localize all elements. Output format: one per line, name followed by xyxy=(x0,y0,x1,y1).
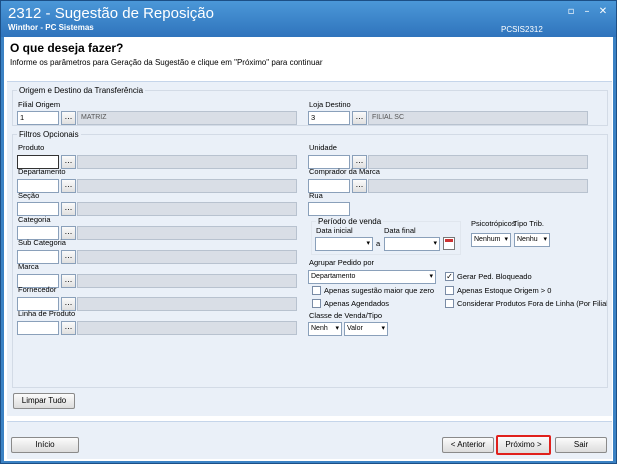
marca-lookup-button[interactable]: ... xyxy=(61,274,76,288)
tipo-venda-select[interactable]: Valor xyxy=(344,322,388,336)
origin-destination-group: Origem e Destino da Transferência Filial… xyxy=(12,86,608,126)
program-code: PCSIS2312 xyxy=(501,25,543,34)
data-final-label: Data final xyxy=(384,226,416,235)
minimize-button[interactable]: – xyxy=(579,5,595,19)
optional-filters-group: Filtros Opcionais Produto ... Departamen… xyxy=(12,130,608,388)
fornecedor-label: Fornecedor xyxy=(18,285,57,294)
date-range-separator: a xyxy=(376,239,381,248)
data-final-picker[interactable] xyxy=(384,237,440,251)
secao-label: Seção xyxy=(18,191,40,200)
tipo-trib-select[interactable]: Nenhu xyxy=(514,233,550,247)
periodo-venda-group: Período de venda Data inicial a Data fin… xyxy=(311,217,461,255)
comprador-marca-lookup-button[interactable]: ... xyxy=(352,179,367,193)
filial-origem-input[interactable]: 1 xyxy=(17,111,59,125)
window-title: 2312 - Sugestão de Reposição xyxy=(8,5,214,22)
classe-venda-label: Classe de Venda/Tipo xyxy=(309,311,383,320)
tipo-trib-label: Tipo Trib. xyxy=(513,219,544,228)
agendados-checkbox[interactable] xyxy=(312,299,321,308)
filial-origem-name: MATRIZ xyxy=(77,111,297,125)
categoria-label: Categoria xyxy=(18,215,51,224)
linha-produto-input[interactable] xyxy=(17,321,59,335)
close-button[interactable]: ✕ xyxy=(595,5,611,19)
linha-produto-name xyxy=(77,321,297,335)
inicio-button[interactable]: Início xyxy=(11,437,79,453)
departamento-label: Departamento xyxy=(18,167,66,176)
wizard-footer: Início < Anterior Próximo > Sair xyxy=(7,421,612,459)
secao-name xyxy=(77,202,297,216)
comprador-marca-name xyxy=(368,179,588,193)
page-heading: O que deseja fazer? xyxy=(10,41,124,55)
window-subtitle: Winthor - PC Sistemas xyxy=(8,23,94,32)
check-icon: ✓ xyxy=(446,272,453,281)
sub-categoria-lookup-button[interactable]: ... xyxy=(61,250,76,264)
title-bar: 2312 - Sugestão de Reposição Winthor - P… xyxy=(1,1,616,37)
estoque-origem-checkbox[interactable] xyxy=(445,286,454,295)
page-instructions: Informe os parâmetros para Geração da Su… xyxy=(10,58,323,67)
filial-origem-label: Filial Origem xyxy=(18,100,61,109)
psicotropicos-label: Psicotrópicos xyxy=(471,219,516,228)
anterior-button[interactable]: < Anterior xyxy=(442,437,494,453)
parameters-panel: Origem e Destino da Transferência Filial… xyxy=(7,81,612,416)
data-inicial-label: Data inicial xyxy=(316,226,353,235)
main-window: 2312 - Sugestão de Reposição Winthor - P… xyxy=(0,0,617,464)
fora-linha-checkbox[interactable] xyxy=(445,299,454,308)
departamento-name xyxy=(77,179,297,193)
agrupar-label: Agrupar Pedido por xyxy=(309,258,375,267)
unidade-label: Unidade xyxy=(309,143,337,152)
fora-linha-label: Considerar Produtos Fora de Linha (Por F… xyxy=(457,299,607,308)
data-inicial-picker[interactable] xyxy=(315,237,373,251)
proximo-button[interactable]: Próximo > xyxy=(496,435,551,455)
agrupar-select[interactable]: Departamento xyxy=(308,270,436,284)
secao-lookup-button[interactable]: ... xyxy=(61,202,76,216)
loja-destino-lookup-button[interactable]: ... xyxy=(352,111,367,125)
limpar-tudo-button[interactable]: Limpar Tudo xyxy=(13,393,75,409)
psicotropicos-select[interactable]: Nenhum xyxy=(471,233,511,247)
categoria-name xyxy=(77,226,297,240)
gerar-ped-label: Gerar Ped. Bloqueado xyxy=(457,272,532,281)
sair-button[interactable]: Sair xyxy=(555,437,607,453)
unidade-name xyxy=(368,155,588,169)
gerar-ped-checkbox[interactable]: ✓ xyxy=(445,272,454,281)
linha-produto-lookup-button[interactable]: ... xyxy=(61,321,76,335)
marca-name xyxy=(77,274,297,288)
rua-label: Rua xyxy=(309,191,323,200)
produto-name xyxy=(77,155,297,169)
restore-button[interactable]: ▫ xyxy=(563,5,579,19)
sub-categoria-name xyxy=(77,250,297,264)
estoque-origem-label: Apenas Estoque Origem > 0 xyxy=(457,286,552,295)
marca-label: Marca xyxy=(18,262,39,271)
departamento-lookup-button[interactable]: ... xyxy=(61,179,76,193)
linha-produto-label: Linha de Produto xyxy=(18,309,76,318)
content-area: O que deseja fazer? Informe os parâmetro… xyxy=(4,37,613,461)
sub-categoria-label: Sub Categoria xyxy=(18,238,66,247)
origin-destination-legend: Origem e Destino da Transferência xyxy=(19,86,144,95)
sugestao-maior-zero-checkbox[interactable] xyxy=(312,286,321,295)
periodo-venda-legend: Período de venda xyxy=(318,217,382,226)
comprador-marca-label: Comprador da Marca xyxy=(309,167,380,176)
agendados-label: Apenas Agendados xyxy=(324,299,390,308)
calendar-icon[interactable] xyxy=(443,237,455,250)
rua-input[interactable] xyxy=(308,202,350,216)
sugestao-maior-zero-label: Apenas sugestão maior que zero xyxy=(324,286,435,295)
loja-destino-name: FILIAL SC xyxy=(368,111,588,125)
optional-filters-legend: Filtros Opcionais xyxy=(19,130,79,139)
loja-destino-input[interactable]: 3 xyxy=(308,111,350,125)
loja-destino-label: Loja Destino xyxy=(309,100,351,109)
produto-label: Produto xyxy=(18,143,45,152)
fornecedor-name xyxy=(77,297,297,311)
secao-input[interactable] xyxy=(17,202,59,216)
classe-venda-select[interactable]: Nenh xyxy=(308,322,342,336)
filial-origem-lookup-button[interactable]: ... xyxy=(61,111,76,125)
